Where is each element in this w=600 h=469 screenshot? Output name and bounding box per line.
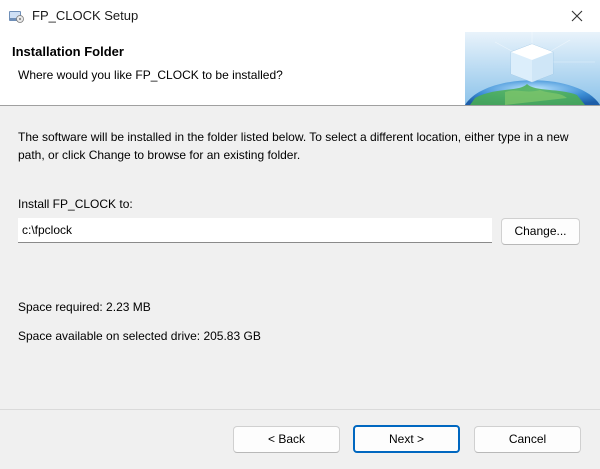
close-button[interactable] xyxy=(554,0,600,32)
space-required-text: Space required: 2.23 MB xyxy=(18,300,151,314)
back-button[interactable]: < Back xyxy=(233,426,340,453)
cancel-button[interactable]: Cancel xyxy=(474,426,581,453)
title-bar[interactable]: FP_CLOCK Setup xyxy=(0,0,600,32)
window-title: FP_CLOCK Setup xyxy=(32,8,139,23)
space-available-text: Space available on selected drive: 205.8… xyxy=(18,329,261,343)
close-icon xyxy=(571,10,583,22)
setup-window: FP_CLOCK Setup Installation Folder Where… xyxy=(0,0,600,469)
header-banner: Installation Folder Where would you like… xyxy=(0,32,600,106)
globe-cube-graphic xyxy=(465,32,600,105)
installer-icon xyxy=(9,11,24,23)
install-path-input[interactable] xyxy=(18,218,492,243)
page-title: Installation Folder xyxy=(12,44,124,59)
footer-divider xyxy=(0,409,600,410)
change-button[interactable]: Change... xyxy=(501,218,580,245)
next-button[interactable]: Next > xyxy=(353,425,460,453)
description-text: The software will be installed in the fo… xyxy=(18,130,569,162)
install-path-label: Install FP_CLOCK to: xyxy=(18,197,133,211)
page-subtitle: Where would you like FP_CLOCK to be inst… xyxy=(18,68,283,82)
